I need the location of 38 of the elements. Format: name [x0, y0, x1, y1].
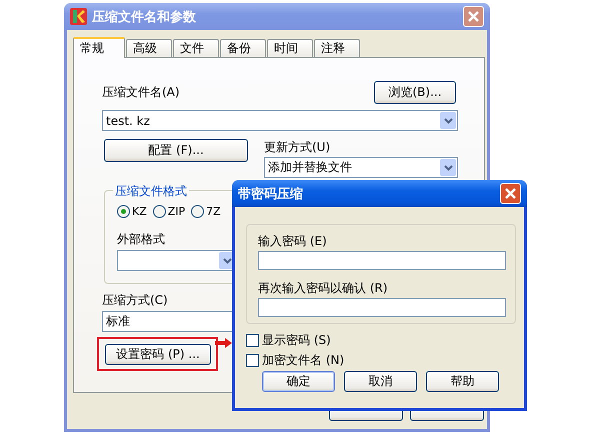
- checkbox[interactable]: 加密文件名 (N): [246, 353, 344, 368]
- group-title: 压缩文件格式: [113, 183, 189, 200]
- field-label: 外部格式: [117, 231, 165, 248]
- config-button[interactable]: 配置 (F)...: [104, 139, 248, 162]
- tab[interactable]: 文件: [173, 39, 219, 57]
- arrow-icon: [215, 338, 232, 348]
- password-field[interactable]: [258, 251, 506, 270]
- close-icon[interactable]: [468, 11, 479, 22]
- dropdown-icon[interactable]: [440, 159, 456, 176]
- tab[interactable]: 注释: [314, 39, 360, 57]
- field-label: 压缩方式(C): [102, 292, 168, 309]
- format-radio[interactable]: KZ: [117, 205, 147, 218]
- tab[interactable]: 常规: [73, 37, 125, 58]
- browse-button[interactable]: 浏览(B)...: [374, 81, 456, 104]
- set-password-button[interactable]: 设置密码 (P) ...: [105, 344, 211, 365]
- dialog-button[interactable]: 取消: [344, 371, 417, 392]
- close-button[interactable]: [500, 183, 521, 204]
- tab[interactable]: 备份: [220, 39, 266, 57]
- password-field[interactable]: [258, 298, 506, 317]
- close-icon[interactable]: [505, 188, 516, 199]
- dialog-button[interactable]: 确定: [262, 371, 335, 392]
- field-label: 更新方式(U): [264, 139, 332, 156]
- tab[interactable]: 高级: [126, 39, 172, 57]
- update-mode-combo[interactable]: 添加并替换文件: [264, 157, 458, 178]
- tab[interactable]: 时间: [267, 39, 313, 57]
- format-radio[interactable]: 7Z: [191, 205, 221, 218]
- checkbox[interactable]: 显示密码 (S): [246, 333, 331, 348]
- archive-name-combo[interactable]: test. kz: [102, 110, 458, 131]
- dropdown-icon[interactable]: [440, 112, 456, 129]
- field-label: 再次输入密码以确认 (R): [258, 280, 388, 296]
- format-radio[interactable]: ZIP: [152, 205, 186, 218]
- window-title: 压缩文件名和参数: [92, 8, 197, 26]
- field-label: 压缩文件名(A): [102, 84, 180, 101]
- dialog-button[interactable]: 帮助: [426, 371, 499, 392]
- app-icon: [70, 8, 87, 25]
- field-label: 输入密码 (E): [258, 233, 327, 249]
- close-button[interactable]: [463, 6, 484, 27]
- window-title: 带密码压缩: [238, 186, 304, 202]
